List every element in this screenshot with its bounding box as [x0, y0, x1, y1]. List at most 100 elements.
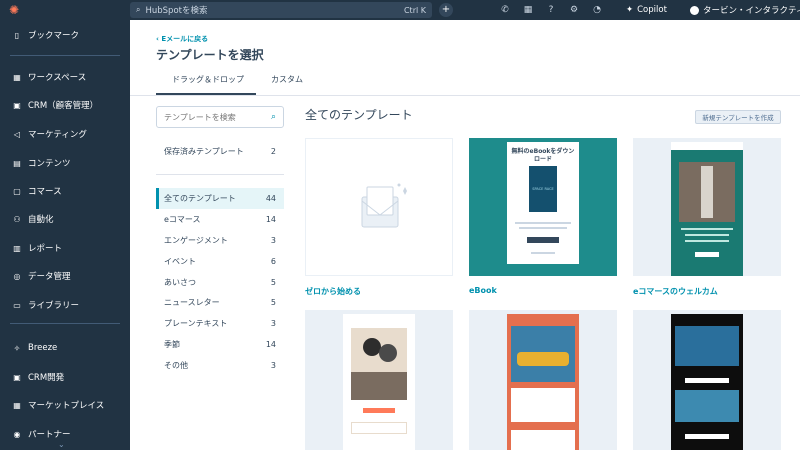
sidebar-item-crm[interactable]: ▣ CRM（顧客管理） — [0, 92, 130, 118]
category-other[interactable]: その他 3 — [156, 355, 284, 376]
adventure-preview — [507, 314, 579, 450]
partner-icon: ◉ — [13, 429, 21, 439]
search-icon[interactable]: ⌕ — [271, 112, 276, 122]
sidebar-item-label: ライブラリー — [28, 301, 80, 311]
category-count: 3 — [270, 236, 276, 245]
category-ecommerce[interactable]: eコマース 14 — [156, 209, 284, 230]
global-search[interactable]: ⌕ HubSpotを検索 Ctrl K — [130, 2, 432, 18]
envelope-illustration-icon — [361, 183, 407, 228]
category-count: 2 — [270, 147, 276, 156]
category-label: その他 — [164, 361, 188, 370]
template-card-ecommerce-welcome[interactable] — [633, 138, 781, 276]
back-to-email-link[interactable]: ‹ Eメールに戻る — [156, 34, 208, 44]
sidebar-item-label: Breeze — [28, 343, 58, 353]
help-icon[interactable]: ? — [544, 3, 558, 17]
category-label: 全てのテンプレート — [164, 194, 236, 203]
templates-heading: 全てのテンプレート — [305, 108, 413, 122]
sidebar-item-label: CRM（顧客管理） — [28, 101, 99, 111]
preview-cta-button — [685, 434, 729, 439]
template-search-input[interactable] — [164, 112, 260, 122]
avatar — [690, 5, 699, 15]
ebook-cover: SPACE RACE — [529, 166, 557, 212]
preview-text-line — [685, 234, 729, 236]
template-card-label[interactable]: ゼロから始める — [305, 286, 361, 297]
category-engagement[interactable]: エンゲージメント 3 — [156, 230, 284, 251]
sidebar-item-data[interactable]: ◎ データ管理 — [0, 263, 130, 289]
marketplace-top-icon[interactable]: ▦ — [521, 3, 535, 17]
sidebar-item-reports[interactable]: ▥ レポート — [0, 235, 130, 261]
preview-cta-button — [363, 408, 395, 413]
sidebar-item-label: マーケティング — [28, 130, 87, 140]
sidebar-item-crm-dev[interactable]: ▣ CRM開発 — [0, 364, 130, 390]
template-card-adventure[interactable] — [469, 310, 617, 450]
template-card-ebook[interactable]: 無料のeBookをダウンロード SPACE RACE — [469, 138, 617, 276]
preview-cta-button — [685, 378, 729, 383]
category-label: ニュースレター — [164, 298, 220, 307]
saved-templates[interactable]: 保存済みテンプレート 2 — [156, 141, 284, 162]
tab-custom[interactable]: カスタム — [271, 74, 303, 85]
category-count: 44 — [265, 194, 276, 203]
sidebar-item-content[interactable]: ▤ コンテンツ — [0, 150, 130, 176]
category-plaintext[interactable]: プレーンテキスト 3 — [156, 313, 284, 334]
preview-text-line — [519, 227, 567, 229]
back-link-label: Eメールに戻る — [161, 35, 209, 43]
bell-icon[interactable]: ◔ — [590, 3, 604, 17]
sparkle-icon: ✦ — [626, 5, 634, 15]
folder-icon: ▭ — [13, 300, 21, 310]
tab-drag-drop[interactable]: ドラッグ＆ドロップ — [172, 74, 244, 85]
account-menu[interactable]: タービン・インタラクティブ — [690, 3, 800, 17]
category-count: 6 — [270, 257, 276, 266]
template-card-event[interactable] — [305, 310, 453, 450]
preview-photo — [675, 326, 739, 366]
sidebar-item-automation[interactable]: ⚇ 自動化 — [0, 206, 130, 232]
page-title: テンプレートを選択 — [156, 48, 264, 62]
category-label: 保存済みテンプレート — [164, 147, 244, 156]
new-template-button[interactable]: 新規テンプレートを作成 — [695, 110, 781, 124]
sidebar-item-breeze[interactable]: ✧ Breeze — [0, 335, 130, 361]
sidebar-item-marketplace[interactable]: ▦ マーケットプレイス — [0, 392, 130, 418]
phone-icon[interactable]: ✆ — [498, 3, 512, 17]
category-all[interactable]: 全てのテンプレート 44 — [156, 188, 284, 209]
copilot-button[interactable]: ✦ Copilot — [626, 3, 667, 17]
template-card-fashion[interactable] — [633, 310, 781, 450]
top-bar: ✺ ⌕ HubSpotを検索 Ctrl K + ✆ ▦ ? ⚙ ◔ ✦ Copi… — [0, 0, 800, 20]
category-seasonal[interactable]: 季節 14 — [156, 334, 284, 355]
crm-icon: ▣ — [13, 100, 21, 110]
dev-icon: ▣ — [13, 372, 21, 382]
chevron-down-icon[interactable]: ⌄ — [58, 440, 65, 449]
preview-photo — [511, 326, 575, 382]
ebook-cover-title: SPACE RACE — [532, 186, 554, 191]
sidebar-item-partner[interactable]: ◉ パートナー — [0, 421, 130, 447]
sidebar-item-library[interactable]: ▭ ライブラリー — [0, 292, 130, 318]
category-newsletter[interactable]: ニュースレター 5 — [156, 292, 284, 313]
create-plus-button[interactable]: + — [439, 3, 453, 17]
report-icon: ▥ — [13, 243, 21, 253]
sidebar-item-workspace[interactable]: ▦ ワークスペース — [0, 64, 130, 90]
category-label: 季節 — [164, 340, 180, 349]
template-card-blank[interactable] — [305, 138, 453, 276]
preview-band — [351, 372, 407, 400]
ecommerce-preview — [671, 142, 743, 276]
copilot-label: Copilot — [637, 5, 667, 15]
gear-icon[interactable]: ⚙ — [567, 3, 581, 17]
template-card-label[interactable]: eコマースのウェルカム — [633, 286, 718, 297]
category-count: 5 — [270, 298, 276, 307]
template-card-label[interactable]: eBook — [469, 286, 497, 295]
category-greeting[interactable]: あいさつ 5 — [156, 272, 284, 293]
hubspot-logo-icon[interactable]: ✺ — [4, 0, 24, 20]
sidebar-item-label: CRM開発 — [28, 373, 65, 383]
preview-text-block — [511, 388, 575, 422]
database-icon: ◎ — [13, 271, 21, 281]
sidebar-item-label: コマース — [28, 187, 62, 197]
sidebar-item-label: ワークスペース — [28, 73, 87, 83]
sidebar-item-bookmarks[interactable]: ▯ ブックマーク — [0, 22, 130, 48]
category-count: 3 — [270, 319, 276, 328]
category-count: 14 — [265, 215, 276, 224]
sidebar-item-commerce[interactable]: ▢ コマース — [0, 178, 130, 204]
category-label: あいさつ — [164, 278, 196, 287]
sidebar-item-marketing[interactable]: ◁ マーケティング — [0, 121, 130, 147]
sidebar-item-label: パートナー — [28, 430, 71, 440]
category-count: 14 — [265, 340, 276, 349]
template-search[interactable]: ⌕ — [156, 106, 284, 128]
category-event[interactable]: イベント 6 — [156, 251, 284, 272]
